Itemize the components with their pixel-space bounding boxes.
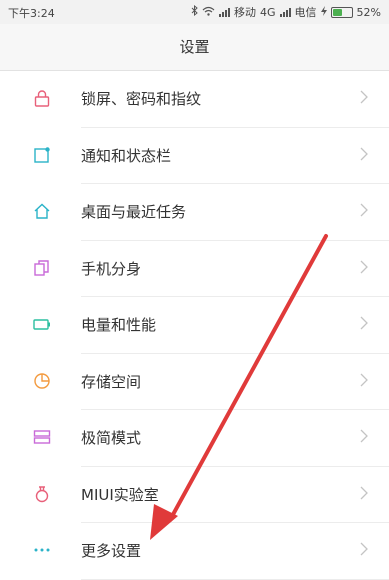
- notification-icon: [33, 146, 51, 164]
- settings-row-label: 更多设置: [81, 542, 142, 560]
- battery-icon: [33, 315, 51, 333]
- status-time: 下午3:24: [8, 7, 55, 20]
- settings-row[interactable]: 锁屏、密码和指纹: [0, 71, 389, 128]
- storage-pie-icon: [33, 372, 51, 390]
- page-title: 设置: [0, 24, 389, 71]
- home-icon: [33, 202, 51, 220]
- chevron-right-icon: [359, 484, 369, 502]
- chevron-right-icon: [359, 540, 369, 558]
- settings-row[interactable]: 存储空间: [0, 354, 389, 410]
- chevron-right-icon: [359, 201, 369, 219]
- row-divider: [81, 578, 389, 580]
- carrier1-label: 移动: [234, 6, 257, 19]
- simple-mode-icon: [33, 428, 51, 446]
- chevron-right-icon: [359, 371, 369, 389]
- battery-fill: [332, 8, 342, 16]
- chevron-right-icon: [359, 88, 369, 106]
- settings-row-label: 电量和性能: [81, 316, 157, 334]
- chevron-right-icon: [359, 427, 369, 445]
- bluetooth-icon: [191, 4, 198, 19]
- battery-percent: 52%: [356, 5, 381, 19]
- settings-row-label: MIUI实验室: [81, 485, 159, 504]
- settings-row[interactable]: 更多设置: [0, 523, 389, 580]
- settings-row[interactable]: 手机分身: [0, 241, 389, 297]
- chevron-right-icon: [359, 314, 369, 332]
- settings-row[interactable]: 通知和状态栏: [0, 128, 389, 184]
- settings-row[interactable]: 桌面与最近任务: [0, 184, 389, 241]
- settings-row[interactable]: 电量和性能: [0, 297, 389, 354]
- lock-icon: [33, 89, 51, 107]
- more-dots-icon: [33, 541, 51, 559]
- settings-row-label: 手机分身: [81, 259, 142, 278]
- dual-phone-icon: [33, 259, 51, 277]
- status-indicators: 移动 4G 电信 52%: [191, 4, 381, 20]
- chevron-right-icon: [359, 145, 369, 163]
- settings-row-label: 通知和状态栏: [81, 146, 172, 165]
- settings-row-label: 锁屏、密码和指纹: [81, 90, 202, 108]
- carrier2-label: 电信: [294, 6, 317, 19]
- wifi-icon: [202, 6, 215, 19]
- settings-row[interactable]: 极简模式: [0, 410, 389, 467]
- settings-row-label: 存储空间: [81, 372, 142, 391]
- settings-row-label: 极简模式: [81, 429, 142, 447]
- signal-icon: [219, 7, 231, 17]
- settings-list: 锁屏、密码和指纹 通知和状态栏 桌面与最近任务 手机分身电量和性能存储空间极简模式 MI…: [0, 71, 389, 580]
- status-bar: 下午3:24 移动 4G 电信 52%: [0, 0, 389, 24]
- network-type-label: 4G: [260, 5, 276, 19]
- chevron-right-icon: [359, 258, 369, 276]
- settings-row-label: 桌面与最近任务: [81, 203, 187, 221]
- signal-icon: [279, 7, 291, 17]
- lab-flask-icon: [33, 485, 51, 503]
- battery-icon: [330, 6, 353, 18]
- settings-row[interactable]: MIUI实验室: [0, 467, 389, 523]
- charging-icon: [320, 5, 327, 19]
